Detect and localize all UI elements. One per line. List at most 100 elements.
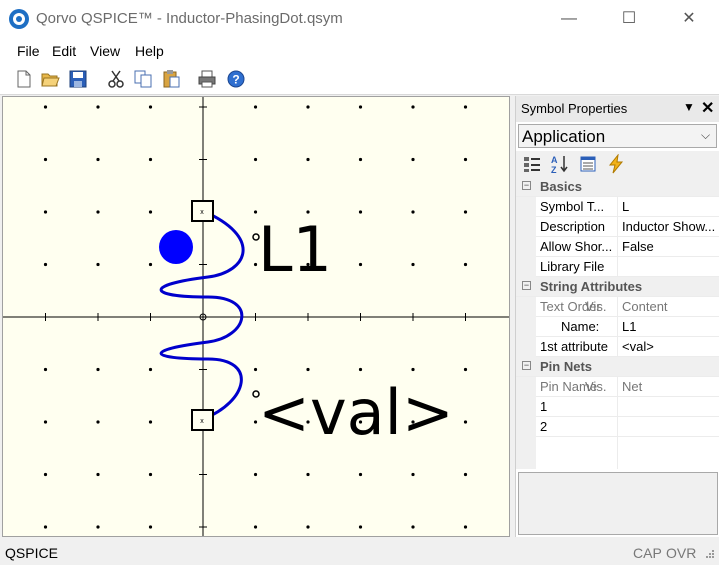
grid-dot [43,157,48,162]
categorized-icon[interactable] [522,154,542,174]
title-bar: Qorvo QSPICE™ - Inductor-PhasingDot.qsym… [0,0,719,38]
maximize-button[interactable]: ☐ [606,0,652,38]
property-row[interactable]: Name: L1 [516,317,719,337]
panel-title: Symbol Properties [521,101,628,116]
value-label: <val> [258,376,454,449]
save-icon[interactable] [68,69,88,89]
alphabetical-icon[interactable]: A Z [550,154,570,174]
property-row[interactable]: Symbol T... L [516,197,719,217]
property-row[interactable]: Description Inductor Show... [516,217,719,237]
grid-dot [43,262,48,267]
category-pin-nets[interactable]: − Pin Nets [516,357,719,377]
grid-dot [43,210,48,214]
property-name: Library File [540,259,605,274]
collapse-icon[interactable]: − [522,281,531,290]
collapse-icon[interactable]: − [522,361,531,370]
caps-lock-indicator: CAP [633,545,662,561]
property-grid-toolbar: A Z [516,151,719,177]
svg-text:Z: Z [551,165,557,174]
grid-dot [358,157,363,162]
grid-dot [411,262,415,267]
property-pages-icon[interactable] [578,154,598,174]
property-row[interactable]: Allow Shor... False [516,237,719,257]
resize-grip-icon[interactable] [703,549,715,561]
object-selector-value: Application [522,127,606,146]
grid-dot [148,262,153,267]
grid-dot [148,420,153,424]
property-row[interactable]: 2 [516,417,719,437]
category-basics[interactable]: − Basics [516,177,719,197]
svg-text:x: x [200,418,204,425]
events-icon[interactable] [606,154,626,174]
grid-dot [463,105,468,109]
property-row[interactable]: 1 [516,397,719,417]
category-string-attributes[interactable]: − String Attributes [516,277,719,297]
grid-dot [411,525,415,529]
svg-text:?: ? [232,73,239,87]
paste-icon[interactable] [161,69,181,89]
print-icon[interactable] [197,69,217,89]
grid-dot [411,210,415,214]
property-value[interactable]: <val> [622,339,719,354]
close-window-button[interactable]: ✕ [666,0,712,38]
column-header-vis: Vis. [585,379,607,394]
property-name: Symbol T... [540,199,605,214]
menu-help[interactable]: Help [135,43,164,59]
category-label: Basics [540,179,582,194]
window-title: Qorvo QSPICE™ - Inductor-PhasingDot.qsym [36,10,343,27]
grid-dot [253,157,258,162]
property-header-row: Text Order Vis. Content [516,297,719,317]
grid-dot [463,157,468,162]
collapse-icon[interactable]: − [522,181,531,190]
copy-icon[interactable] [133,69,153,89]
symbol-drawing: x x L1 <val> [3,97,509,536]
menu-edit[interactable]: Edit [52,43,76,59]
help-icon[interactable]: ? [226,69,246,89]
cut-icon[interactable] [106,69,126,89]
panel-close-button[interactable]: ✕ [701,98,714,118]
symbol-editor-canvas[interactable]: x x L1 <val> [2,96,510,537]
qspice-logo-icon [9,9,29,29]
column-header-content: Content [622,299,668,314]
open-folder-icon[interactable] [40,69,60,89]
inst-name-label: L1 [258,213,332,286]
property-value[interactable]: L [622,199,719,214]
grid-dot [253,210,258,214]
minimize-button[interactable]: — [546,0,592,38]
svg-text:x: x [200,209,204,216]
grid-dot [463,420,468,424]
panel-dropdown-button[interactable]: ▼ [683,100,695,114]
toolbar: ? [0,64,719,95]
grid-dot [358,472,363,477]
object-selector-dropdown[interactable]: Application ⌵ [518,124,717,148]
grid-dot [463,210,468,214]
property-value[interactable]: L1 [622,319,719,334]
grid-dot [96,157,100,162]
property-row[interactable]: Library File [516,257,719,277]
grid-dot [96,105,100,109]
menu-view[interactable]: View [90,43,120,59]
property-value[interactable]: Inductor Show... [622,219,719,234]
property-row[interactable]: 1st attribute <val> [516,337,719,357]
column-header-net: Net [622,379,643,394]
property-value[interactable]: False [622,239,719,254]
grid-dot [253,105,258,109]
grid-dot [253,367,258,372]
menu-file[interactable]: File [17,43,40,59]
grid-dot [43,367,48,372]
property-name: Allow Shor... [540,239,613,254]
grid-dot [96,262,100,267]
column-header-vis: Vis. [585,299,607,314]
menu-bar: File Edit View Help [0,38,719,64]
grid-dot [43,105,48,109]
overwrite-indicator: OVR [666,545,697,561]
symbol-properties-panel: Symbol Properties ▼ ✕ Application ⌵ A Z … [515,96,719,537]
grid-dot [253,262,258,267]
grid-dot [96,367,100,372]
status-text: QSPICE [5,545,58,561]
new-file-icon[interactable] [14,69,34,89]
grid-dot [306,105,310,109]
grid-dot [411,157,415,162]
category-label: String Attributes [540,279,643,294]
grid-dot [148,157,153,162]
